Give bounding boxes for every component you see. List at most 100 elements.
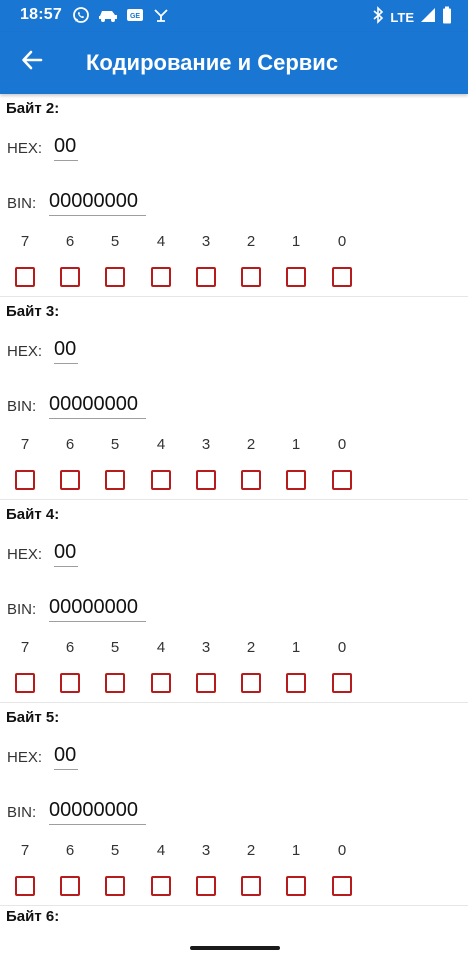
bit-checkbox[interactable]: [60, 876, 80, 896]
bit-checkbox[interactable]: [332, 673, 352, 693]
app-bar: Кодирование и Сервис: [0, 32, 468, 94]
bit-checkbox[interactable]: [332, 876, 352, 896]
bit-number-label: 4: [156, 842, 166, 859]
hex-input[interactable]: 00: [54, 541, 78, 567]
bit-checkbox[interactable]: [286, 876, 306, 896]
bit-number-label: 4: [156, 436, 166, 453]
bit-number-label: 6: [65, 639, 75, 656]
byte-block: Байт 4: HEX: 00 BIN: 00000000 7 6 5 4 3 2 1 0: [0, 500, 468, 703]
bit-number-label: 1: [291, 436, 301, 453]
page-title: Кодирование и Сервис: [86, 50, 339, 75]
bin-label: BIN:: [7, 398, 37, 415]
bin-input[interactable]: 00000000: [49, 393, 146, 419]
bit-number-label: 7: [20, 639, 30, 656]
bluetooth-icon: [372, 6, 384, 29]
bit-checkbox[interactable]: [196, 673, 216, 693]
byte-block: Байт 5: HEX: 00 BIN: 00000000 7 6 5 4 3 2 1 0: [0, 703, 468, 906]
bit-number-label: 0: [337, 436, 347, 453]
gesture-handle[interactable]: [190, 946, 280, 950]
bit-number-label: 2: [246, 233, 256, 250]
svg-text:GE: GE: [130, 13, 140, 20]
bit-number-label: 3: [201, 842, 211, 859]
navigation-bar: [0, 940, 468, 960]
bit-number-label: 5: [110, 639, 120, 656]
bit-checkbox[interactable]: [151, 876, 171, 896]
bit-number-label: 3: [201, 639, 211, 656]
bit-number-label: 2: [246, 842, 256, 859]
bit-number-label: 3: [201, 233, 211, 250]
hex-label: HEX:: [7, 546, 43, 563]
bit-number-label: 1: [291, 233, 301, 250]
whatsapp-icon: [72, 6, 90, 29]
ge-icon: GE: [126, 7, 144, 28]
bit-checkbox[interactable]: [60, 267, 80, 287]
bit-number-label: 6: [65, 233, 75, 250]
back-button[interactable]: [14, 46, 50, 78]
bit-checkbox[interactable]: [105, 673, 125, 693]
hex-input[interactable]: 00: [54, 338, 78, 364]
byte-title: Байт 4:: [6, 506, 60, 523]
bin-input[interactable]: 00000000: [49, 799, 146, 825]
bit-number-label: 3: [201, 436, 211, 453]
bit-checkbox[interactable]: [15, 470, 35, 490]
byte-title: Байт 2:: [6, 100, 60, 117]
bit-number-label: 6: [65, 842, 75, 859]
bin-label: BIN:: [7, 601, 37, 618]
byte-title: Байт 6:: [6, 908, 60, 925]
bin-input[interactable]: 00000000: [49, 190, 146, 216]
notification-icons: GE: [72, 6, 170, 29]
status-time: 18:57: [20, 6, 62, 23]
bit-number-label: 0: [337, 639, 347, 656]
bit-checkbox[interactable]: [60, 470, 80, 490]
hex-input[interactable]: 00: [54, 744, 78, 770]
bit-checkbox[interactable]: [151, 673, 171, 693]
car-icon: [98, 7, 118, 28]
byte-title: Байт 3:: [6, 303, 60, 320]
bit-checkbox[interactable]: [196, 876, 216, 896]
bit-checkbox[interactable]: [15, 876, 35, 896]
bit-checkbox[interactable]: [241, 470, 261, 490]
bit-checkbox[interactable]: [241, 673, 261, 693]
signal-icon: [420, 7, 436, 28]
bit-number-label: 0: [337, 842, 347, 859]
hex-label: HEX:: [7, 140, 43, 157]
bit-checkbox[interactable]: [105, 876, 125, 896]
bit-number-label: 7: [20, 842, 30, 859]
status-bar: 18:57 GE LTE: [0, 0, 468, 32]
bit-checkbox[interactable]: [196, 470, 216, 490]
system-icons: LTE: [372, 6, 452, 29]
bin-label: BIN:: [7, 195, 37, 212]
bit-number-label: 5: [110, 436, 120, 453]
bit-checkbox[interactable]: [332, 267, 352, 287]
bin-input[interactable]: 00000000: [49, 596, 146, 622]
byte-block: Байт 2: HEX: 00 BIN: 00000000 7 6 5 4 3 2 1 0: [0, 94, 468, 297]
network-type: LTE: [390, 10, 414, 25]
bit-number-label: 6: [65, 436, 75, 453]
battery-icon: [442, 6, 452, 29]
bit-number-label: 0: [337, 233, 347, 250]
hex-label: HEX:: [7, 343, 43, 360]
bit-checkbox[interactable]: [60, 673, 80, 693]
bit-checkbox[interactable]: [105, 470, 125, 490]
byte-title: Байт 5:: [6, 709, 60, 726]
bit-checkbox[interactable]: [15, 673, 35, 693]
bit-checkbox[interactable]: [241, 267, 261, 287]
hex-label: HEX:: [7, 749, 43, 766]
bit-checkbox[interactable]: [196, 267, 216, 287]
bit-checkbox[interactable]: [332, 470, 352, 490]
bit-number-label: 7: [20, 233, 30, 250]
hex-input[interactable]: 00: [54, 135, 78, 161]
bit-number-label: 5: [110, 842, 120, 859]
bit-checkbox[interactable]: [286, 267, 306, 287]
bit-checkbox[interactable]: [286, 470, 306, 490]
bit-number-label: 2: [246, 436, 256, 453]
arrow-left-icon: [21, 49, 43, 76]
bit-checkbox[interactable]: [151, 267, 171, 287]
bit-checkbox[interactable]: [151, 470, 171, 490]
bit-checkbox[interactable]: [105, 267, 125, 287]
bit-checkbox[interactable]: [15, 267, 35, 287]
byte-list[interactable]: Байт 2: HEX: 00 BIN: 00000000 7 6 5 4 3 2 1 0 Байт 3…: [0, 94, 468, 940]
bit-checkbox[interactable]: [286, 673, 306, 693]
bit-checkbox[interactable]: [241, 876, 261, 896]
bit-number-label: 4: [156, 233, 166, 250]
